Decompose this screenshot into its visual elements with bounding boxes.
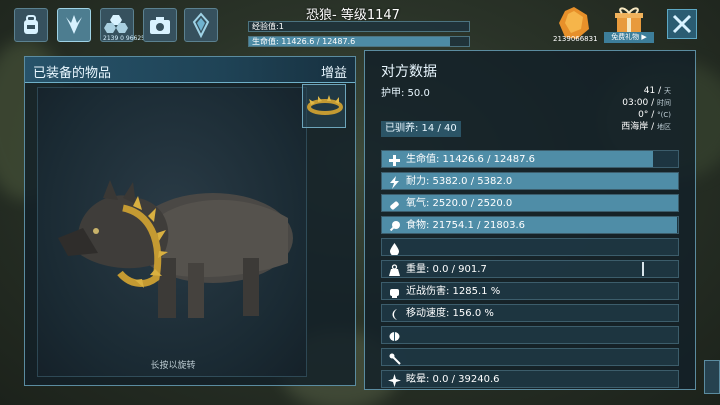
dino-footprint-icon bbox=[66, 15, 82, 34]
stat-label-torpor: 眩晕: 0.0 / 39240.6 bbox=[406, 374, 500, 385]
tab-photo-mode[interactable] bbox=[143, 8, 177, 42]
time-value: 03:00 bbox=[622, 98, 649, 108]
day-value: 41 bbox=[643, 86, 656, 96]
crystal-icon bbox=[192, 12, 210, 38]
torpor-icon bbox=[386, 372, 402, 388]
stat-row-speed[interactable]: 移动速度: 156.0 % bbox=[381, 304, 679, 322]
data-heading: 对方数据 bbox=[381, 64, 437, 80]
fortitude-brain-icon bbox=[386, 328, 402, 344]
currency-count: 2139066831 bbox=[553, 35, 598, 43]
rotate-hint: 长按以旋转 bbox=[150, 361, 196, 371]
weight-icon bbox=[386, 262, 402, 278]
armor-value: 护甲: 50.0 bbox=[381, 88, 430, 99]
header-health-bar: 生命值: 11426.6 / 12487.6 bbox=[248, 36, 470, 47]
xp-label: 经验值:1 bbox=[252, 22, 284, 31]
water-drop-icon bbox=[386, 240, 402, 256]
tamed-count: 已驯养: 14 / 40 bbox=[381, 121, 461, 137]
crafting-tools-icon bbox=[386, 350, 402, 366]
equipment-panel: 已装备的物品 增益 长按以旋转 bbox=[24, 56, 356, 386]
food-drumstick-icon bbox=[386, 218, 402, 234]
camera-icon bbox=[150, 17, 170, 34]
movement-speed-icon bbox=[386, 306, 402, 322]
stat-row-stamina[interactable]: 耐力: 5382.0 / 5382.0 bbox=[381, 172, 679, 190]
side-drawer-tab[interactable] bbox=[704, 360, 720, 394]
backpack-icon bbox=[24, 15, 38, 34]
spiked-collar-icon bbox=[307, 95, 343, 115]
free-gift-button[interactable]: 免费礼物 ▶ bbox=[604, 32, 654, 43]
stat-label-stamina: 耐力: 5382.0 / 5382.0 bbox=[406, 176, 513, 187]
temperature-value: 0° bbox=[638, 110, 649, 120]
stat-row-melee[interactable]: 近战伤害: 1285.1 % bbox=[381, 282, 679, 300]
stat-row-oxygen[interactable]: 氧气: 2520.0 / 2520.0 bbox=[381, 194, 679, 212]
free-gift-label: 免费礼物 bbox=[611, 33, 640, 41]
region-unit: 地区 bbox=[657, 123, 671, 131]
environment-info: 41 / 天 03:00 / 时间 0° / °(C) 西海岸 / 地区 bbox=[621, 86, 671, 132]
stat-row-crafting[interactable] bbox=[381, 348, 679, 366]
creature-data-panel: 对方数据 护甲: 50.0 已驯养: 14 / 40 41 / 天 03:00 … bbox=[364, 50, 696, 390]
tab-dino[interactable] bbox=[57, 8, 91, 42]
stat-label-health: 生命值: 11426.6 / 12487.6 bbox=[406, 154, 535, 165]
close-button[interactable] bbox=[667, 9, 697, 39]
header-health-label: 生命值: 11426.6 / 12487.6 bbox=[252, 37, 356, 46]
health-cross-icon bbox=[386, 152, 402, 168]
stat-row-health[interactable]: 生命值: 11426.6 / 12487.6 bbox=[381, 150, 679, 168]
bonus-label: 增益 bbox=[320, 66, 347, 81]
stat-label-speed: 移动速度: 156.0 % bbox=[406, 308, 494, 319]
tab-inventory[interactable] bbox=[14, 8, 48, 42]
creature-preview[interactable]: 长按以旋转 bbox=[37, 87, 307, 377]
xp-bar: 经验值:1 bbox=[248, 21, 470, 32]
stat-row-torpor[interactable]: 眩晕: 0.0 / 39240.6 bbox=[381, 370, 679, 388]
oxygen-tank-icon bbox=[386, 196, 402, 212]
points-counter: 2139 0 96625 bbox=[103, 35, 145, 42]
tab-tek[interactable] bbox=[184, 8, 218, 42]
stat-label-oxygen: 氧气: 2520.0 / 2520.0 bbox=[406, 198, 513, 209]
stamina-bolt-icon bbox=[386, 174, 402, 190]
stat-row-water[interactable] bbox=[381, 238, 679, 256]
equipment-heading: 已装备的物品 bbox=[33, 66, 112, 81]
stat-row-food[interactable]: 食物: 21754.1 / 21803.6 bbox=[381, 216, 679, 234]
weight-limit-marker bbox=[642, 262, 645, 276]
stat-row-fortitude[interactable] bbox=[381, 326, 679, 344]
region-value: 西海岸 bbox=[621, 122, 649, 132]
melee-fist-icon bbox=[386, 284, 402, 300]
equipment-header: 已装备的物品 增益 bbox=[25, 57, 355, 83]
day-unit: 天 bbox=[664, 87, 671, 95]
dire-wolf-image bbox=[58, 180, 293, 318]
temperature-unit: °(C) bbox=[657, 111, 671, 119]
top-bar: 2139 0 96625 恐狼- 等级1147 经验值:1 生命值: 11426… bbox=[0, 0, 720, 50]
stat-label-food: 食物: 21754.1 / 21803.6 bbox=[406, 220, 525, 231]
time-unit: 时间 bbox=[657, 99, 671, 107]
collar-slot[interactable] bbox=[302, 84, 346, 128]
stat-row-weight[interactable]: 重量: 0.0 / 901.7 bbox=[381, 260, 679, 278]
stat-label-melee: 近战伤害: 1285.1 % bbox=[406, 286, 501, 297]
stat-label-weight: 重量: 0.0 / 901.7 bbox=[406, 264, 487, 275]
close-icon bbox=[672, 14, 692, 34]
